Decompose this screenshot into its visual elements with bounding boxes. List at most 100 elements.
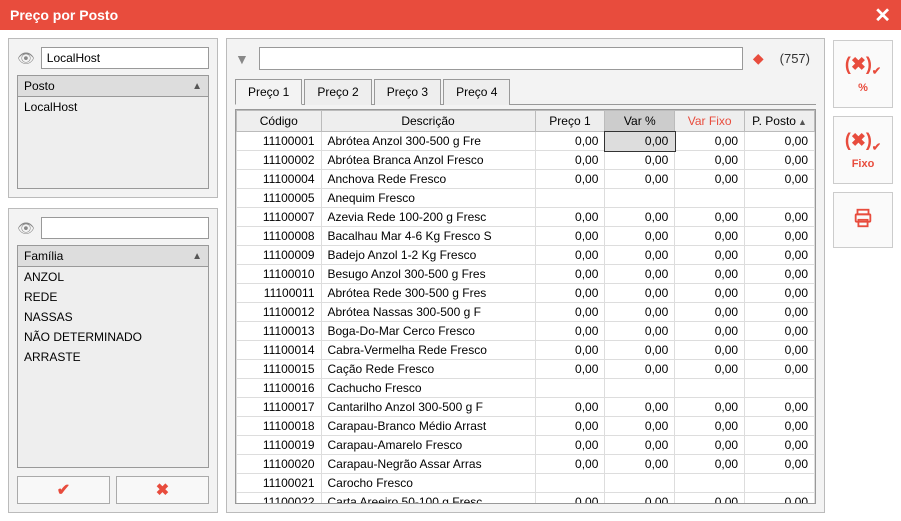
table-row[interactable]: 11100010Besugo Anzol 300-500 g Fres0,000…	[237, 265, 815, 284]
table-row[interactable]: 11100008Bacalhau Mar 4-6 Kg Fresco S 0,00…	[237, 227, 815, 246]
cell-vf[interactable]	[675, 189, 745, 208]
posto-list[interactable]: Posto ▲ LocalHost	[17, 75, 209, 189]
print-button[interactable]	[833, 192, 893, 248]
cell-codigo[interactable]: 11100011	[237, 284, 322, 303]
tab-preco-2[interactable]: Preço 2	[304, 79, 371, 105]
cell-vp[interactable]: 0,00	[605, 417, 675, 436]
table-row[interactable]: 11100020Carapau-Negrão Assar Arras0,000,…	[237, 455, 815, 474]
apply-percent-button[interactable]: (✖)✔ %	[833, 40, 893, 108]
cell-vf[interactable]: 0,00	[675, 341, 745, 360]
cell-codigo[interactable]: 11100009	[237, 246, 322, 265]
cell-p1[interactable]: 0,00	[535, 265, 605, 284]
cell-pp[interactable]: 0,00	[745, 246, 815, 265]
grid-filter-input[interactable]	[259, 47, 743, 70]
table-row[interactable]: 11100021Carocho Fresco	[237, 474, 815, 493]
cell-p1[interactable]: 0,00	[535, 322, 605, 341]
cell-vf[interactable]	[675, 379, 745, 398]
col-varfixo[interactable]: Var Fixo	[675, 111, 745, 132]
cell-codigo[interactable]: 11100015	[237, 360, 322, 379]
cell-vp[interactable]: 0,00	[605, 322, 675, 341]
cell-pp[interactable]: 0,00	[745, 341, 815, 360]
cell-desc[interactable]: Abrótea Nassas 300-500 g F	[321, 303, 535, 322]
cell-vf[interactable]: 0,00	[675, 284, 745, 303]
cell-vp[interactable]: 0,00	[605, 265, 675, 284]
cell-vp[interactable]	[605, 189, 675, 208]
cell-pp[interactable]	[745, 474, 815, 493]
cell-codigo[interactable]: 11100008	[237, 227, 322, 246]
cell-desc[interactable]: Carapau-Negrão Assar Arras	[321, 455, 535, 474]
cell-pp[interactable]: 0,00	[745, 208, 815, 227]
cell-desc[interactable]: Carta Areeiro 50-100 g Fresc	[321, 493, 535, 505]
cell-vf[interactable]: 0,00	[675, 265, 745, 284]
cell-desc[interactable]: Carocho Fresco	[321, 474, 535, 493]
table-row[interactable]: 11100007Azevia Rede 100-200 g Fresc0,000…	[237, 208, 815, 227]
cell-vp[interactable]: 0,00	[605, 455, 675, 474]
table-row[interactable]: 11100009Badejo Anzol 1-2 Kg Fresco 0,00 0,…	[237, 246, 815, 265]
cell-vp[interactable]: 0,00	[605, 170, 675, 189]
cell-vp[interactable]: 0,00	[605, 227, 675, 246]
table-row[interactable]: 11100015Cação Rede Fresco0,000,000,000,0…	[237, 360, 815, 379]
cell-vf[interactable]: 0,00	[675, 398, 745, 417]
apply-fixo-button[interactable]: (✖)✔ Fixo	[833, 116, 893, 184]
cell-vp[interactable]: 0,00	[605, 436, 675, 455]
cell-codigo[interactable]: 11100002	[237, 151, 322, 170]
cell-pp[interactable]: 0,00	[745, 398, 815, 417]
familia-list-header[interactable]: Família ▲	[18, 246, 208, 267]
table-row[interactable]: 11100002Abrótea Branca Anzol Fresco0,000…	[237, 151, 815, 170]
confirm-button[interactable]: ✔	[17, 476, 110, 504]
cell-vp[interactable]: 0,00	[605, 284, 675, 303]
cell-vf[interactable]: 0,00	[675, 493, 745, 505]
cell-pp[interactable]	[745, 189, 815, 208]
cell-pp[interactable]: 0,00	[745, 284, 815, 303]
cell-p1[interactable]: 0,00	[535, 417, 605, 436]
table-row[interactable]: 11100019Carapau-Amarelo Fresco0,000,000,…	[237, 436, 815, 455]
col-preco1[interactable]: Preço 1	[535, 111, 605, 132]
grid-wrapper[interactable]: Código Descrição Preço 1 Var % Var Fixo …	[235, 109, 816, 504]
cell-desc[interactable]: Badejo Anzol 1-2 Kg Fresco	[321, 246, 535, 265]
familia-list[interactable]: Família ▲ ANZOLREDENASSASNÃO DETERMINADO…	[17, 245, 209, 468]
cell-desc[interactable]: Anchova Rede Fresco	[321, 170, 535, 189]
familia-filter-input[interactable]	[41, 217, 209, 239]
cell-pp[interactable]: 0,00	[745, 303, 815, 322]
cell-vp[interactable]: 0,00	[605, 246, 675, 265]
cell-p1[interactable]: 0,00	[535, 132, 605, 151]
cell-p1[interactable]: 0,00	[535, 436, 605, 455]
table-row[interactable]: 11100014Cabra-Vermelha Rede Fresco0,000,…	[237, 341, 815, 360]
cell-p1[interactable]: 0,00	[535, 208, 605, 227]
cell-pp[interactable]: 0,00	[745, 455, 815, 474]
table-row[interactable]: 11100013Boga-Do-Mar Cerco Fresco0,000,00…	[237, 322, 815, 341]
cell-codigo[interactable]: 11100021	[237, 474, 322, 493]
clear-filter-icon[interactable]: ◆	[753, 50, 764, 67]
cell-p1[interactable]: 0,00	[535, 303, 605, 322]
cell-codigo[interactable]: 11100016	[237, 379, 322, 398]
cell-p1[interactable]: 0,00	[535, 493, 605, 505]
cell-vf[interactable]: 0,00	[675, 455, 745, 474]
cell-vf[interactable]: 0,00	[675, 132, 745, 151]
cell-codigo[interactable]: 11100007	[237, 208, 322, 227]
cell-vp[interactable]: 0,00	[605, 208, 675, 227]
cell-vp[interactable]: 0,00	[605, 398, 675, 417]
col-codigo[interactable]: Código	[237, 111, 322, 132]
tab-preco-3[interactable]: Preço 3	[374, 79, 441, 105]
list-item[interactable]: NÃO DETERMINADO	[18, 327, 208, 347]
cell-desc[interactable]: Abrótea Anzol 300-500 g Fre	[321, 132, 535, 151]
cell-vf[interactable]: 0,00	[675, 417, 745, 436]
cell-p1[interactable]: 0,00	[535, 170, 605, 189]
cell-p1[interactable]: 0,00	[535, 284, 605, 303]
table-row[interactable]: 11100012Abrótea Nassas 300-500 g F0,000,…	[237, 303, 815, 322]
cell-vp[interactable]: 0,00	[605, 303, 675, 322]
col-pposto[interactable]: P. Posto▲	[745, 111, 815, 132]
cell-vf[interactable]: 0,00	[675, 322, 745, 341]
cell-p1[interactable]	[535, 189, 605, 208]
table-row[interactable]: 11100022Carta Areeiro 50-100 g Fresc0,00…	[237, 493, 815, 505]
cell-desc[interactable]: Bacalhau Mar 4-6 Kg Fresco S	[321, 227, 535, 246]
cell-desc[interactable]: Carapau-Amarelo Fresco	[321, 436, 535, 455]
price-grid[interactable]: Código Descrição Preço 1 Var % Var Fixo …	[236, 110, 815, 504]
cell-p1[interactable]: 0,00	[535, 360, 605, 379]
table-row[interactable]: 11100017Cantarilho Anzol 300-500 g F0,00…	[237, 398, 815, 417]
cell-codigo[interactable]: 11100019	[237, 436, 322, 455]
cell-pp[interactable]	[745, 379, 815, 398]
cell-desc[interactable]: Abrótea Rede 300-500 g Fres	[321, 284, 535, 303]
cell-pp[interactable]: 0,00	[745, 132, 815, 151]
tab-preco-4[interactable]: Preço 4	[443, 79, 510, 105]
